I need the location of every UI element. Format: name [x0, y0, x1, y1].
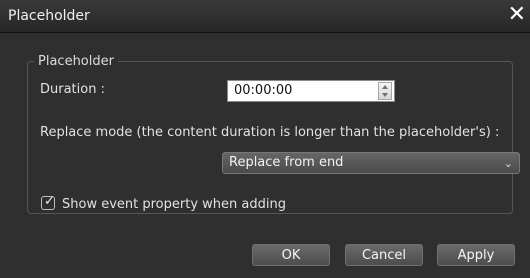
- title-bar: Placeholder ✕: [0, 0, 530, 33]
- replace-mode-label: Replace mode (the content duration is lo…: [40, 125, 500, 140]
- close-icon[interactable]: ✕: [508, 2, 526, 28]
- spin-down-icon[interactable]: [382, 93, 388, 97]
- group-legend: Placeholder: [38, 54, 114, 69]
- chevron-down-icon[interactable]: ⌄: [504, 157, 513, 170]
- spin-arrows-icon[interactable]: [378, 82, 392, 100]
- replace-mode-select[interactable]: Replace from end ⌄: [222, 152, 520, 174]
- spin-up-icon[interactable]: [382, 85, 388, 89]
- duration-label: Duration :: [40, 82, 105, 97]
- window-title: Placeholder: [8, 8, 90, 24]
- duration-value[interactable]: 00:00:00: [234, 83, 292, 98]
- ok-button[interactable]: OK: [252, 244, 330, 266]
- check-icon: ✓: [44, 194, 55, 209]
- replace-mode-value[interactable]: Replace from end: [229, 155, 343, 170]
- show-event-checkbox[interactable]: ✓: [41, 194, 55, 210]
- duration-time-input[interactable]: 00:00:00: [227, 80, 395, 102]
- apply-button[interactable]: Apply: [437, 244, 515, 266]
- show-event-label[interactable]: Show event property when adding: [62, 197, 286, 212]
- cancel-button[interactable]: Cancel: [345, 244, 423, 266]
